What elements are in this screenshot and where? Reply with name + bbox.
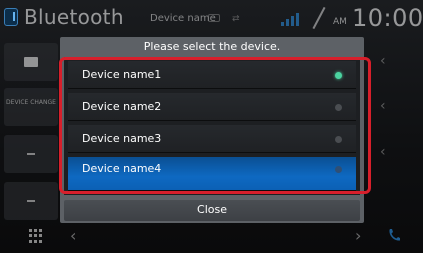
bluetooth-icon: [4, 8, 18, 26]
device-name-label: Device name4: [82, 162, 162, 175]
app-title: Bluetooth: [24, 5, 124, 29]
device-select-dialog: Please select the device. Device name1 D…: [60, 37, 364, 223]
device-list-item[interactable]: Device name1: [68, 61, 356, 89]
chevron-left-icon: ‹: [380, 144, 386, 160]
device-list-item[interactable]: Device name3: [68, 125, 356, 153]
phone-icon[interactable]: [388, 228, 400, 242]
device-change-button[interactable]: DEVICE CHANGE: [4, 88, 58, 126]
device-name-label: Device name3: [82, 132, 162, 145]
signal-icon: [281, 12, 303, 26]
device-list: Device name1 Device name2 Device name3 D…: [64, 57, 360, 195]
dash-icon: [27, 153, 35, 155]
device-name-label: Device name: [150, 13, 216, 24]
device-change-label: DEVICE CHANGE: [6, 99, 56, 106]
dialog-title: Please select the device.: [143, 40, 281, 53]
menu-grid-icon[interactable]: [29, 229, 43, 243]
repeat-icon: ⇄: [232, 14, 240, 24]
close-label: Close: [197, 203, 227, 216]
connection-status-icon: [335, 136, 342, 143]
battery-icon: [208, 14, 220, 22]
device-list-item[interactable]: Device name2: [68, 93, 356, 121]
head-unit-screen: Bluetooth Device name ⇄ AM 10:00 DEVICE …: [0, 0, 423, 253]
top-bar: Bluetooth Device name ⇄ AM 10:00: [0, 0, 423, 38]
divider-slash: [312, 6, 326, 30]
folder-button[interactable]: [4, 43, 58, 81]
folder-icon: [24, 57, 38, 67]
dash-icon: [27, 200, 35, 202]
connection-status-icon: [335, 104, 342, 111]
device-name-label: Device name2: [82, 100, 162, 113]
clock: 10:00: [352, 4, 423, 32]
chevron-left-icon: ‹: [380, 98, 386, 114]
band-label: AM: [333, 17, 347, 27]
close-button[interactable]: Close: [64, 200, 360, 221]
chevron-right-icon[interactable]: ›: [355, 226, 361, 245]
chevron-left-icon[interactable]: ‹: [70, 226, 76, 245]
sidebar-button-4[interactable]: [4, 182, 58, 220]
connection-status-icon: [335, 166, 342, 173]
connection-status-icon: [335, 72, 342, 79]
sidebar-button-3[interactable]: [4, 135, 58, 173]
device-list-item-selected[interactable]: Device name4: [68, 157, 356, 191]
chevron-left-icon: ‹: [380, 53, 386, 69]
device-name-label: Device name1: [82, 68, 162, 81]
